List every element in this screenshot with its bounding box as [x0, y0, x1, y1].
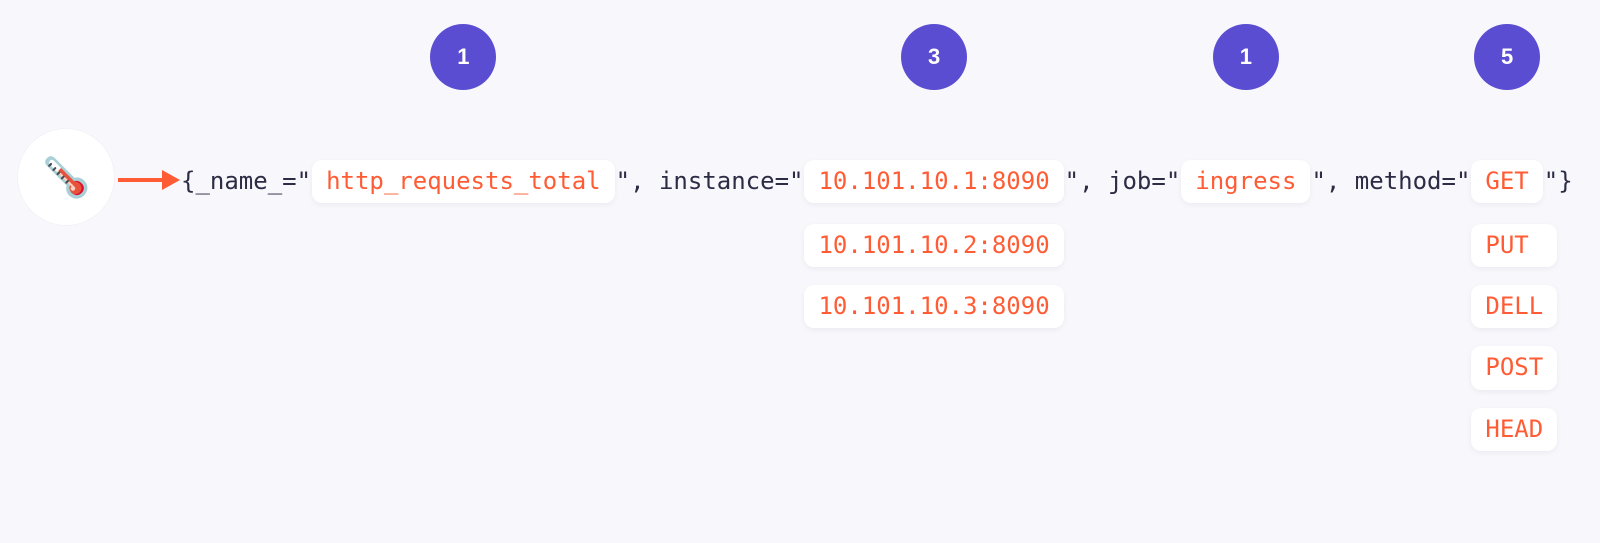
value-pill-method-extra: DELL	[1471, 285, 1557, 328]
value-pill-method: GET	[1471, 160, 1542, 203]
label-expression: {_name_="http_requests_total", instance=…	[181, 160, 1573, 203]
cardinality-badge-job: 1	[1213, 24, 1279, 90]
instance-key: instance	[659, 167, 775, 195]
comma: ,	[630, 167, 659, 195]
brace-close: }	[1558, 167, 1572, 195]
eq: =	[775, 167, 789, 195]
quote: "	[1544, 167, 1558, 195]
quote: "	[1456, 167, 1470, 195]
quote: "	[297, 167, 311, 195]
cardinality-badge-method: 5	[1474, 24, 1540, 90]
cardinality-badge-name: 1	[430, 24, 496, 90]
value-pill-method-extra: PUT	[1471, 224, 1557, 267]
method-extra-values: PUT DELL POST HEAD	[1471, 224, 1557, 451]
name-key: _name_	[195, 167, 282, 195]
thermometer-icon: 🌡️	[28, 139, 104, 215]
quote: "	[616, 167, 630, 195]
comma: ,	[1079, 167, 1108, 195]
value-pill-job: ingress	[1181, 160, 1310, 203]
brace-open: {	[181, 167, 195, 195]
method-key: method	[1355, 167, 1442, 195]
arrow-icon	[118, 172, 180, 188]
value-pill-instance: 10.101.10.1:8090	[804, 160, 1063, 203]
eq: =	[282, 167, 296, 195]
quote: "	[789, 167, 803, 195]
quote: "	[1065, 167, 1079, 195]
thermometer-circle: 🌡️	[18, 129, 114, 225]
cardinality-badge-instance: 3	[901, 24, 967, 90]
quote: "	[1166, 167, 1180, 195]
value-pill-method-extra: POST	[1471, 346, 1557, 389]
instance-extra-values: 10.101.10.2:8090 10.101.10.3:8090	[804, 224, 1063, 328]
quote: "	[1311, 167, 1325, 195]
comma: ,	[1326, 167, 1355, 195]
job-key: job	[1108, 167, 1151, 195]
value-pill-instance-extra: 10.101.10.2:8090	[804, 224, 1063, 267]
eq: =	[1151, 167, 1165, 195]
value-pill-instance-extra: 10.101.10.3:8090	[804, 285, 1063, 328]
value-pill-method-extra: HEAD	[1471, 408, 1557, 451]
value-pill-name: http_requests_total	[312, 160, 615, 203]
eq: =	[1442, 167, 1456, 195]
